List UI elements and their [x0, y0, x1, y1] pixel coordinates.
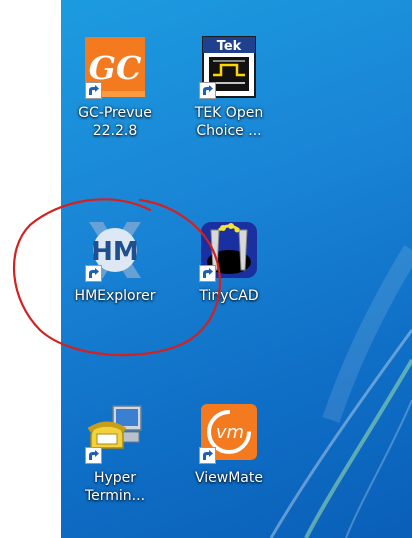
desktop-icon-gc-prevue[interactable]: GC GC-Prevue 22.2.8: [61, 35, 175, 140]
icon-label: GC-Prevue 22.2.8: [78, 104, 152, 140]
shortcut-arrow-icon: [199, 82, 216, 99]
desktop-icon-tinycad[interactable]: TinyCAD: [169, 218, 289, 305]
icon-label-line: 22.2.8: [92, 123, 138, 139]
desktop-icon-tek-open-choice[interactable]: Tek TEK Open Choice ...: [169, 35, 289, 140]
hyperterminal-icon: [83, 400, 147, 464]
desktop-icon-hyperterminal[interactable]: Hyper Termin...: [61, 400, 175, 505]
icon-label-line: ViewMate: [195, 470, 263, 486]
icon-label: HMExplorer: [75, 287, 156, 305]
icon-label-line: TEK Open: [194, 105, 264, 121]
svg-text:vm: vm: [216, 422, 244, 443]
shortcut-arrow-icon: [85, 265, 102, 282]
icon-label-line: Termin...: [84, 488, 146, 504]
icon-label: TEK Open Choice ...: [195, 104, 263, 140]
tek-open-choice-icon: Tek: [197, 35, 261, 99]
icon-label: Hyper Termin...: [85, 469, 145, 505]
shortcut-arrow-icon: [85, 82, 102, 99]
tinycad-icon: [197, 218, 261, 282]
gc-prevue-icon: GC: [83, 35, 147, 99]
screenshot-page: GC GC-Prevue 22.2.8 Tek TEK Open Choice …: [0, 0, 412, 538]
icon-label-line: GC-Prevue: [78, 105, 152, 121]
viewmate-icon: vm: [197, 400, 261, 464]
desktop-background: GC GC-Prevue 22.2.8 Tek TEK Open Choice …: [61, 0, 412, 538]
icon-label: TinyCAD: [199, 287, 258, 305]
svg-text:Tek: Tek: [217, 39, 242, 54]
icon-label-line: Choice ...: [196, 123, 262, 139]
desktop-icon-hmexplorer[interactable]: HM HMExplorer: [61, 218, 175, 305]
svg-text:HM: HM: [91, 237, 139, 267]
icon-label: ViewMate: [195, 469, 263, 487]
icon-label-line: TinyCAD: [199, 288, 259, 304]
icon-label-line: Hyper: [93, 470, 137, 486]
hmexplorer-icon: HM: [83, 218, 147, 282]
icon-label-line: HMExplorer: [74, 288, 156, 304]
desktop-icon-viewmate[interactable]: vm ViewMate: [169, 400, 289, 487]
shortcut-arrow-icon: [199, 265, 216, 282]
shortcut-arrow-icon: [85, 447, 102, 464]
shortcut-arrow-icon: [199, 447, 216, 464]
